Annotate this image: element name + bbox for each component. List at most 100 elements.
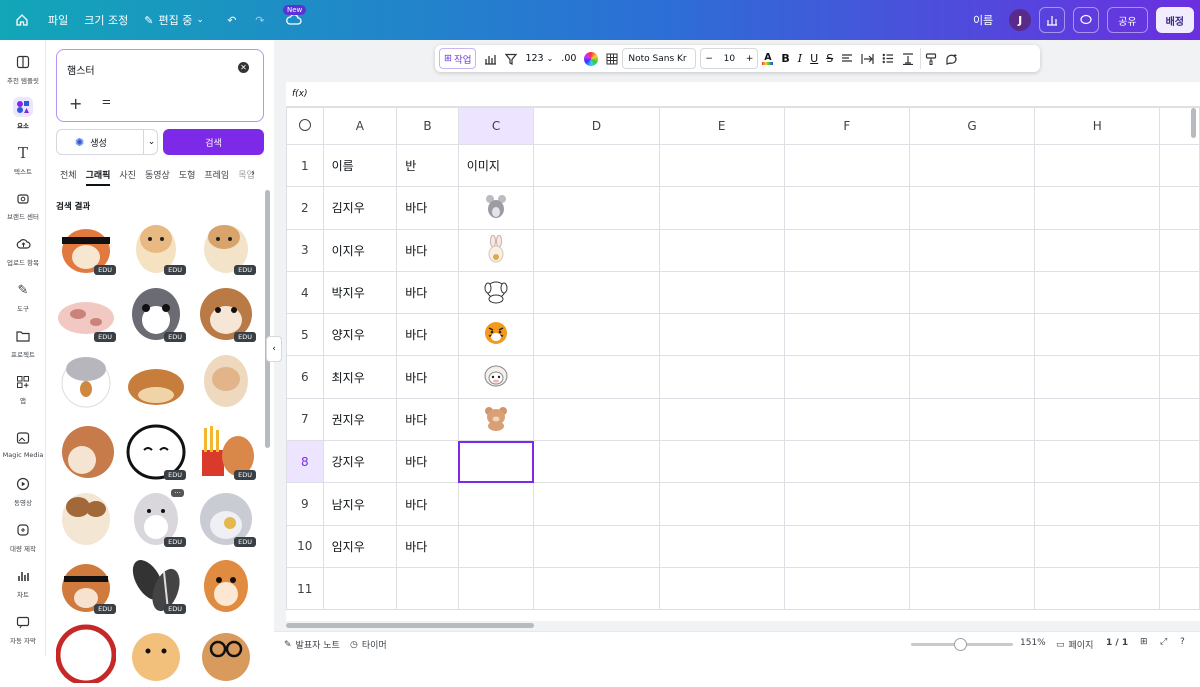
row-header[interactable]: 10 bbox=[286, 524, 324, 568]
font-size-value[interactable]: 10 bbox=[724, 54, 735, 64]
cell[interactable]: 바다 bbox=[396, 524, 459, 568]
share-button[interactable]: 공유 bbox=[1107, 7, 1148, 33]
hamster-graphic[interactable] bbox=[126, 623, 186, 683]
selected-cell[interactable] bbox=[457, 440, 535, 484]
cell[interactable]: 양지우 bbox=[322, 313, 398, 357]
cell[interactable] bbox=[1034, 355, 1161, 399]
cell[interactable] bbox=[658, 228, 785, 272]
sheep-image[interactable] bbox=[483, 363, 509, 389]
cell[interactable]: 김지우 bbox=[322, 186, 398, 230]
list-icon[interactable] bbox=[878, 48, 898, 69]
cell[interactable] bbox=[1159, 186, 1200, 230]
nav-uploads[interactable]: 업로드 항목 bbox=[0, 234, 46, 267]
cell[interactable] bbox=[533, 270, 660, 315]
cell[interactable] bbox=[908, 397, 1036, 442]
cell[interactable] bbox=[908, 355, 1036, 399]
clear-search-icon[interactable]: ✕ bbox=[238, 62, 249, 73]
cell[interactable] bbox=[1159, 228, 1200, 272]
nav-bulk-create[interactable]: 대량 제작 bbox=[0, 520, 46, 553]
row-header[interactable]: 11 bbox=[286, 566, 324, 611]
plus-icon[interactable]: + bbox=[746, 54, 754, 64]
cell[interactable] bbox=[908, 143, 1036, 188]
column-header[interactable]: A bbox=[322, 107, 398, 145]
cell[interactable] bbox=[1159, 397, 1200, 442]
tab-shapes[interactable]: 도형 bbox=[179, 168, 196, 186]
zoom-slider-handle[interactable] bbox=[954, 638, 967, 651]
table-grid-icon[interactable] bbox=[602, 48, 622, 69]
row-header[interactable]: 2 bbox=[286, 186, 324, 230]
column-header[interactable]: H bbox=[1034, 107, 1161, 145]
cell[interactable] bbox=[783, 566, 910, 611]
tab-frames[interactable]: 프레임 bbox=[204, 168, 229, 186]
vertical-scrollbar[interactable] bbox=[1191, 108, 1196, 138]
cell[interactable] bbox=[908, 482, 1036, 526]
column-header[interactable]: B bbox=[396, 107, 459, 145]
hamster-graphic[interactable]: EDU bbox=[126, 420, 186, 480]
cell[interactable] bbox=[1159, 440, 1200, 484]
cell[interactable] bbox=[1159, 143, 1200, 188]
number-format-button[interactable]: 123 ⌄ bbox=[521, 48, 557, 69]
filter-icon[interactable] bbox=[501, 48, 521, 69]
comment-icon[interactable] bbox=[1073, 7, 1100, 33]
cell[interactable] bbox=[1034, 482, 1161, 526]
hamster-graphic[interactable]: EDU ··· bbox=[126, 487, 186, 547]
nav-elements[interactable]: 요소 bbox=[0, 97, 46, 130]
bear-image[interactable] bbox=[483, 405, 509, 431]
row-header[interactable]: 3 bbox=[286, 228, 324, 272]
cell[interactable] bbox=[1159, 566, 1200, 611]
cell[interactable] bbox=[908, 440, 1036, 484]
horizontal-scrollbar[interactable] bbox=[286, 623, 534, 628]
hamster-graphic[interactable]: EDU bbox=[196, 215, 256, 275]
cell[interactable]: 바다 bbox=[396, 355, 459, 399]
hamster-graphic[interactable]: EDU bbox=[196, 282, 256, 342]
filter-icon[interactable]: ⚌ bbox=[102, 96, 111, 107]
cell[interactable] bbox=[658, 355, 785, 399]
sunflower-seed-graphic[interactable]: EDU bbox=[126, 554, 186, 614]
zoom-level[interactable]: 151% bbox=[1020, 638, 1046, 648]
nav-brand[interactable]: 브랜드 센터 bbox=[0, 188, 46, 221]
cell[interactable] bbox=[908, 228, 1036, 272]
file-menu[interactable]: 파일 bbox=[40, 6, 76, 34]
cell[interactable] bbox=[396, 566, 459, 611]
cell[interactable] bbox=[1034, 397, 1161, 442]
hamster-graphic[interactable] bbox=[196, 349, 256, 409]
cell[interactable]: 바다 bbox=[396, 270, 459, 315]
cell[interactable] bbox=[658, 143, 785, 188]
cell[interactable] bbox=[322, 566, 398, 611]
text-wrap-icon[interactable] bbox=[857, 48, 878, 69]
home-icon[interactable] bbox=[10, 8, 34, 32]
insights-icon[interactable] bbox=[1039, 7, 1066, 33]
nav-templates[interactable]: 추천 템플릿 bbox=[0, 52, 46, 85]
cell[interactable] bbox=[783, 186, 910, 230]
cell[interactable] bbox=[1034, 313, 1161, 357]
nav-projects[interactable]: 프로젝트 bbox=[0, 326, 46, 359]
cell[interactable] bbox=[908, 313, 1036, 357]
cell[interactable] bbox=[457, 524, 535, 568]
comment-add-icon[interactable] bbox=[941, 48, 962, 69]
nav-captions[interactable]: 자동 자막 bbox=[0, 612, 46, 645]
cell[interactable] bbox=[1034, 228, 1161, 272]
cell[interactable] bbox=[1034, 143, 1161, 188]
font-selector[interactable]: Noto Sans Kr bbox=[622, 48, 697, 69]
cell[interactable] bbox=[533, 228, 660, 272]
chevron-down-icon[interactable]: ⌄ bbox=[143, 130, 159, 154]
font-size-stepper[interactable]: − 10 + bbox=[700, 48, 759, 69]
timer-button[interactable]: ◷ 타이머 bbox=[350, 638, 387, 652]
cell[interactable] bbox=[658, 270, 785, 315]
cell[interactable] bbox=[533, 482, 660, 526]
help-icon[interactable]: ? bbox=[1180, 637, 1185, 647]
search-button[interactable]: 검색 bbox=[163, 129, 264, 155]
grid-view-icon[interactable]: ⊞ bbox=[1140, 637, 1148, 647]
cell[interactable] bbox=[783, 143, 910, 188]
tab-photos[interactable]: 사진 bbox=[119, 168, 136, 186]
nav-video[interactable]: 동영상 bbox=[0, 474, 46, 507]
row-header[interactable]: 9 bbox=[286, 482, 324, 526]
cell[interactable] bbox=[783, 270, 910, 315]
vertical-align-icon[interactable] bbox=[898, 48, 918, 69]
tab-videos[interactable]: 동영상 bbox=[145, 168, 170, 186]
bold-icon[interactable]: B bbox=[777, 48, 793, 69]
row-header[interactable]: 5 bbox=[286, 313, 324, 357]
cell[interactable] bbox=[908, 186, 1036, 230]
tab-all[interactable]: 전체 bbox=[60, 168, 77, 186]
text-color-icon[interactable]: A bbox=[758, 48, 777, 69]
